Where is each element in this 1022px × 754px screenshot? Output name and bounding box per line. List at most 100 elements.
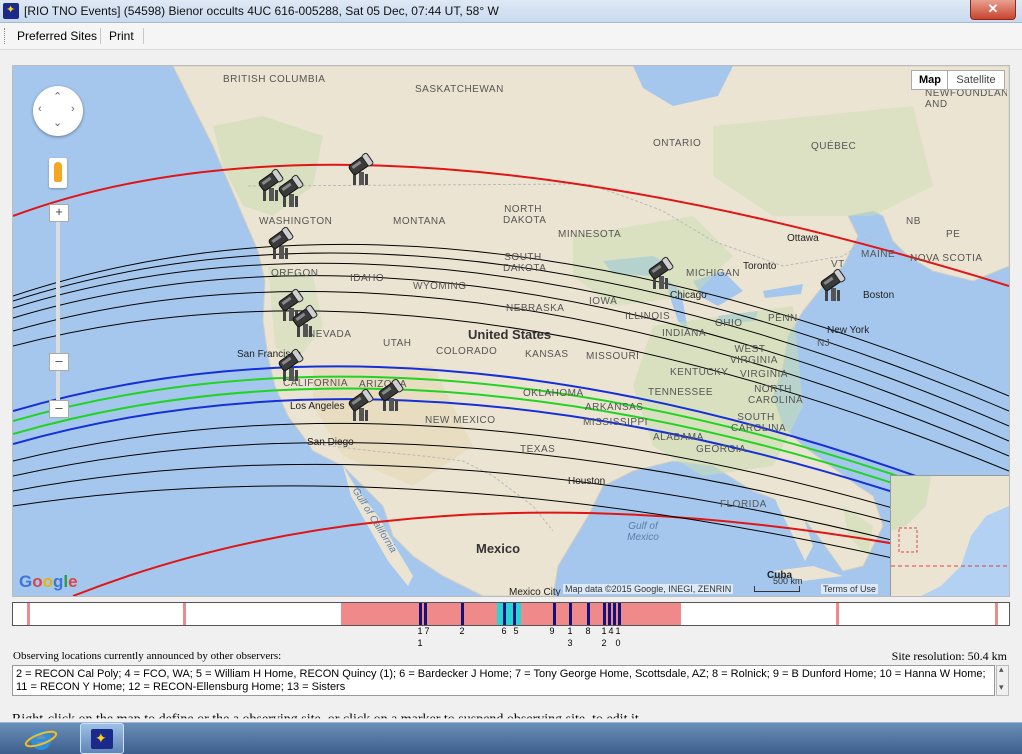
zoom-slider-track[interactable] [56,216,60,416]
telescope-icon[interactable] [819,268,847,302]
map-label: MONTANA [393,216,446,227]
windows-taskbar [0,722,1022,754]
window-title-bar: [RIO TNO Events] (54598) Bienor occults … [0,0,1022,23]
telescope-icon[interactable] [267,226,295,260]
map-water-label: Gulf of Mexico [627,521,659,543]
telescope-icon[interactable] [647,256,675,290]
internet-explorer-icon[interactable] [22,725,60,753]
map-label: BRITISH COLUMBIA [223,74,326,85]
map-city-label: Mexico City [509,587,561,597]
map-label: MISSOURI [586,351,640,362]
site-resolution: Site resolution: 50.4 km [891,649,1007,663]
telescope-icon[interactable] [347,152,375,186]
map-country-label: United States [468,327,552,342]
timeline-number: 1 [417,638,423,648]
map-label: QUÉBEC [811,141,857,152]
timeline-number: 3 [567,638,573,648]
timeline-tick [183,603,186,625]
map-type-map-button[interactable]: Map [911,70,949,90]
pan-down-icon[interactable]: ⌄ [53,116,62,129]
observers-heading: Observing locations currently announced … [13,650,282,662]
map-label: NEWFOUNDLAND AND LABRADOR [925,88,1007,110]
menu-separator [100,28,101,44]
observers-list-scrollbar[interactable] [996,664,1009,696]
map-label: SOUTH DAKOTA [503,252,547,274]
pan-right-icon[interactable]: › [71,103,75,115]
map-city-label: San Diego [307,437,354,448]
pegman-icon[interactable] [49,158,67,188]
map-label: NORTH DAKOTA [503,204,547,226]
timeline-site-marker[interactable] [569,603,572,625]
map-label: NEW MEXICO [425,415,496,426]
timeline-number: 1 [615,626,621,636]
timeline-site-marker[interactable] [603,603,606,625]
window-title: [RIO TNO Events] (54598) Bienor occults … [24,4,499,18]
map-label: OKLAHOMA [523,388,584,399]
timeline-number: 7 [424,626,430,636]
timeline-site-marker[interactable] [613,603,616,625]
map-label: PE [946,229,961,240]
map-city-label: Houston [568,476,606,487]
zoom-out-button[interactable]: – [49,400,69,418]
map-view[interactable]: BRITISH COLUMBIA SASKATCHEWAN ONTARIO QU… [12,65,1010,597]
close-button[interactable]: ✕ [970,0,1016,20]
map-label: SOUTH CAROLINA [731,412,787,434]
observers-list-textbox[interactable]: 2 = RECON Cal Poly; 4 = FCO, WA; 5 = Wil… [12,665,995,696]
map-label: ONTARIO [653,138,702,149]
map-label: OHIO [715,318,743,329]
timeline-site-marker[interactable] [608,603,611,625]
timeline-site-marker[interactable] [587,603,590,625]
map-label: INDIANA [662,328,707,339]
map-terms-link[interactable]: Terms of Use [821,584,879,594]
telescope-icon[interactable] [377,378,405,412]
map-label: PENN [768,313,798,324]
map-city-label: Los Angeles [290,401,345,412]
timeline-site-marker[interactable] [553,603,556,625]
zoom-in-button[interactable]: + [49,204,69,222]
map-country-label: Mexico [476,541,521,556]
menu-preferred-sites[interactable]: Preferred Sites [17,29,97,43]
map-label: MAINE [861,249,896,260]
timeline-tick [27,603,30,625]
timeline-site-marker[interactable] [618,603,621,625]
map-label: UTAH [383,338,412,349]
pan-left-icon[interactable]: ‹ [38,103,42,115]
map-type-satellite-button[interactable]: Satellite [947,70,1005,90]
event-timeline-strip[interactable] [12,602,1010,626]
overview-map[interactable] [890,475,1009,596]
zoom-slider-handle[interactable]: – [49,353,69,371]
timeline-site-marker[interactable] [419,603,422,625]
timeline-site-marker[interactable] [424,603,427,625]
telescope-icon[interactable] [277,174,305,208]
map-label: FLORIDA [720,499,767,510]
menu-bar: Preferred Sites Print [0,23,1022,50]
map-label: ARKANSAS [585,402,644,413]
menu-print[interactable]: Print [109,29,134,43]
map-label: NEBRASKA [506,303,565,314]
timeline-site-marker[interactable] [513,603,516,625]
map-label: ALABAMA [653,432,704,443]
map-label: NJ [817,338,831,349]
timeline-tick [836,603,839,625]
map-label: NOVA SCOTIA [910,253,983,264]
telescope-icon[interactable] [277,348,305,382]
timeline-site-marker[interactable] [503,603,506,625]
map-label: NB [906,216,921,227]
map-city-label: Toronto [743,261,777,272]
map-label: IDAHO [350,273,385,284]
map-city-label: Ottawa [787,233,819,244]
occult-app-icon [91,729,113,749]
telescope-icon[interactable] [291,304,319,338]
timeline-site-marker[interactable] [461,603,464,625]
map-label: MICHIGAN [686,268,740,279]
map-scale-label: 500 km [773,576,803,586]
pan-up-icon[interactable]: ⌃ [53,90,62,103]
map-attribution: Map data ©2015 Google, INEGI, ZENRIN [563,584,734,594]
timeline-center-band [497,603,521,625]
telescope-icon[interactable] [347,388,375,422]
pan-control[interactable]: ⌃ ⌄ ‹ › [33,86,83,136]
map-label: MINNESOTA [558,229,622,240]
toolbar-grip [4,28,7,44]
map-label: OREGON [271,268,319,279]
taskbar-occult-app-button[interactable] [80,723,124,754]
